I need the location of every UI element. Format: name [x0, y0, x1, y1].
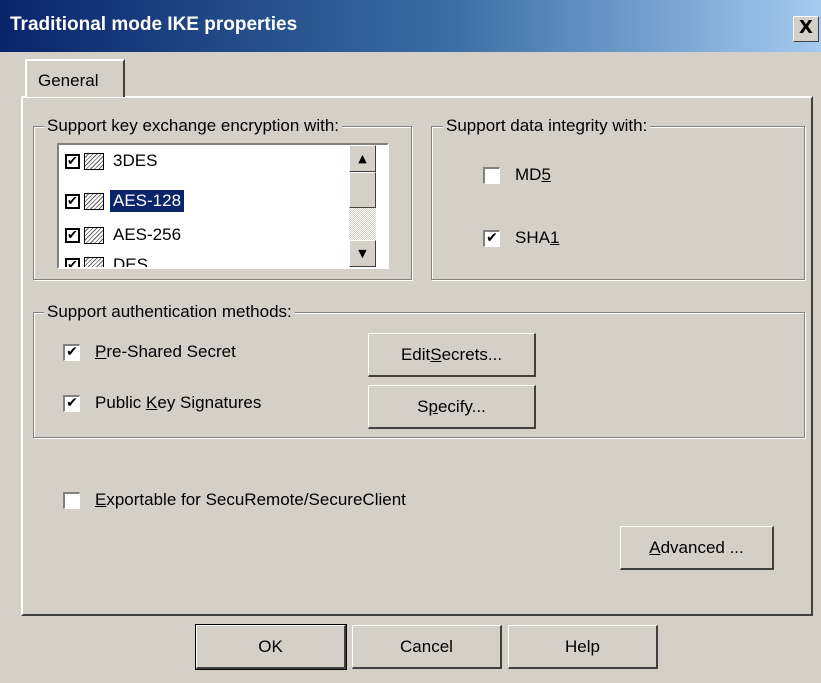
close-button[interactable]: X: [793, 16, 819, 42]
integrity-group-label: Support data integrity with:: [443, 116, 651, 136]
advanced-button[interactable]: Advanced ...: [620, 526, 774, 570]
cancel-button[interactable]: Cancel: [352, 625, 502, 669]
list-checkbox-aes-128[interactable]: ✔: [65, 193, 80, 209]
authentication-group-label: Support authentication methods:: [44, 302, 295, 322]
list-checkbox-des[interactable]: ✔: [65, 257, 80, 267]
exportable-label[interactable]: Exportable for SecuRemote/SecureClient: [95, 490, 406, 510]
pre-shared-secret-label[interactable]: Pre-Shared Secret: [95, 342, 236, 362]
close-icon: X: [799, 17, 813, 38]
sha1-checkbox[interactable]: ✔: [483, 230, 500, 247]
ok-button[interactable]: OK: [195, 624, 347, 670]
public-key-signatures-label[interactable]: Public Key Signatures: [95, 393, 261, 413]
list-item-3des[interactable]: ✔ 3DES: [65, 145, 160, 177]
arrow-up-icon: ▲: [358, 152, 367, 165]
scroll-up-button[interactable]: ▲: [349, 145, 376, 172]
specify-button[interactable]: Sp ecify...: [368, 385, 536, 429]
list-item-label: AES-128: [110, 190, 185, 212]
pre-shared-secret-checkbox[interactable]: ✔: [63, 344, 80, 361]
arrow-down-icon: ▼: [358, 247, 367, 260]
public-key-signatures-checkbox[interactable]: ✔: [63, 395, 80, 412]
encryption-icon: [84, 226, 104, 244]
window-title: Traditional mode IKE properties: [10, 14, 298, 35]
list-checkbox-3des[interactable]: ✔: [65, 153, 80, 169]
scroll-down-button[interactable]: ▼: [349, 240, 376, 267]
list-item-label: DES: [113, 255, 148, 269]
help-button[interactable]: Help: [508, 625, 658, 669]
tab-general[interactable]: General: [25, 59, 125, 97]
list-item-label: AES-256: [113, 225, 182, 244]
encryption-listbox[interactable]: ✔ 3DES ✔ AES-128 ✔ AES-256 ✔ DES: [57, 143, 389, 269]
encryption-icon: [84, 256, 104, 267]
encryption-scrollbar[interactable]: ▲ ▼: [349, 145, 376, 267]
md5-checkbox[interactable]: [483, 167, 500, 184]
sha1-label[interactable]: SHA1: [515, 228, 559, 248]
encryption-icon: [84, 192, 104, 210]
encryption-group-label: Support key exchange encryption with:: [44, 116, 343, 136]
list-checkbox-aes-256[interactable]: ✔: [65, 227, 80, 243]
md5-label[interactable]: MD5: [515, 165, 551, 185]
scroll-thumb[interactable]: [349, 172, 376, 208]
tab-general-label: General: [38, 71, 99, 90]
list-item-aes-128[interactable]: ✔ AES-128: [65, 185, 185, 217]
integrity-group: [431, 126, 805, 280]
list-item-des[interactable]: ✔ DES: [65, 249, 151, 269]
list-item-aes-256[interactable]: ✔ AES-256: [65, 219, 184, 251]
edit-secrets-button[interactable]: Edit Secrets...: [368, 333, 536, 377]
list-item-label: 3DES: [113, 151, 158, 170]
exportable-checkbox[interactable]: [63, 492, 80, 509]
encryption-icon: [84, 152, 104, 170]
